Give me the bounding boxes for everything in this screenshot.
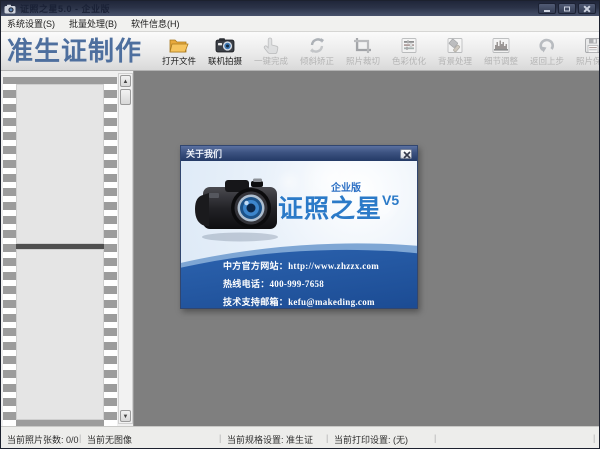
film-frame[interactable]: [16, 84, 104, 244]
status-separator: |: [79, 433, 82, 443]
film-frame[interactable]: [16, 249, 104, 420]
close-icon: [583, 5, 591, 13]
menu-bar: 系统设置(S) 批量处理(B) 软件信息(H): [1, 16, 599, 32]
toolbar-buttons: 打开文件 联机拍摄 一键完成 倾斜矫正 照片裁切 色彩优化 背景处理 细节调整 …: [142, 36, 599, 67]
status-separator: |: [593, 433, 596, 443]
tool-button-label: 一键完成: [254, 55, 289, 66]
save-icon: [585, 37, 599, 53]
color-optimize-icon: [401, 37, 417, 53]
about-dialog: 关于我们 企业版 证照之星 V5 中方官方网站：http://www.zhzzx…: [180, 145, 418, 309]
tool-button-label: 照片裁切: [346, 55, 381, 66]
undo-icon: [539, 38, 555, 52]
scroll-up-icon[interactable]: ▲: [120, 75, 131, 87]
close-button[interactable]: [578, 3, 596, 14]
maximize-icon: [564, 6, 570, 11]
tool-button-label: 打开文件: [162, 55, 197, 66]
menu-batch-process[interactable]: 批量处理(B): [69, 17, 117, 30]
undo-button[interactable]: 返回上步: [524, 36, 570, 67]
contact-info: 中方官方网站：http://www.zhzzx.com 热线电话：400-999…: [223, 257, 379, 308]
scroll-down-icon[interactable]: ▼: [120, 410, 131, 422]
status-separator: |: [219, 433, 222, 443]
tool-button-label: 背景处理: [438, 55, 473, 66]
product-name: 证照之星: [278, 195, 383, 223]
tool-button-label: 联机拍摄: [208, 55, 243, 66]
tilt-correct-icon: [310, 37, 325, 53]
tool-button-label: 照片保存: [576, 55, 599, 66]
one-click-hand-icon: [263, 37, 279, 54]
detail-adjust-button[interactable]: 细节调整: [478, 36, 524, 67]
app-window: 证照之星5.0 - 企业版 系统设置(S) 批量处理(B) 软件信息(H) 准生…: [0, 0, 600, 449]
title-bar: 证照之星5.0 - 企业版: [1, 1, 599, 16]
mode-title: 准生证制作: [7, 35, 143, 66]
dialog-title-bar[interactable]: 关于我们: [181, 146, 417, 161]
dialog-title: 关于我们: [186, 149, 223, 159]
status-separator: |: [326, 433, 329, 443]
one-click-finish-button[interactable]: 一键完成: [248, 36, 294, 67]
tool-button-label: 色彩优化: [392, 55, 427, 66]
open-file-icon: [169, 39, 189, 52]
status-photo-count: 当前照片张数: 0/0: [7, 435, 79, 445]
color-optimize-button[interactable]: 色彩优化: [386, 36, 432, 67]
status-no-image: 当前无图像: [87, 435, 133, 445]
about-banner: 企业版 证照之星 V5 中方官方网站：http://www.zhzzx.com …: [181, 161, 417, 308]
status-separator: |: [434, 433, 437, 443]
contact-hotline: 热线电话：400-999-7658: [223, 279, 325, 289]
product-camera-icon: [195, 178, 278, 242]
filmstrip: [3, 77, 117, 426]
maximize-button[interactable]: [558, 3, 576, 14]
contact-email: 技术支持邮箱：kefu@makeding.com: [223, 297, 375, 307]
contact-website: 中方官方网站：http://www.zhzzx.com: [223, 261, 380, 271]
toolbar: 准生证制作 打开文件 联机拍摄 一键完成 倾斜矫正 照片裁切 色彩优化 背景处理…: [1, 32, 599, 71]
dialog-close-button[interactable]: [400, 148, 412, 159]
window-title: 证照之星5.0 - 企业版: [20, 4, 111, 14]
close-icon: [403, 150, 411, 159]
minimize-button[interactable]: [538, 3, 556, 14]
scrollbar-thumb[interactable]: [120, 89, 131, 105]
menu-system-settings[interactable]: 系统设置(S): [7, 17, 55, 30]
film-rail-left: [3, 77, 16, 426]
tilt-correct-button[interactable]: 倾斜矫正: [294, 36, 340, 67]
background-brush-icon: [447, 37, 463, 53]
minimize-icon: [544, 9, 550, 12]
app-camera-icon: [4, 4, 16, 13]
background-process-button[interactable]: 背景处理: [432, 36, 478, 67]
camera-capture-icon: [215, 37, 235, 52]
open-file-button[interactable]: 打开文件: [156, 36, 202, 67]
tool-button-label: 倾斜矫正: [300, 55, 335, 66]
save-button[interactable]: 照片保存: [570, 36, 599, 67]
menu-software-info[interactable]: 软件信息(H): [131, 17, 180, 30]
camera-capture-button[interactable]: 联机拍摄: [202, 36, 248, 67]
product-version: V5: [382, 192, 400, 208]
status-bar: 当前照片张数: 0/0 | 当前无图像 | 当前规格设置: 准生证 | 当前打印…: [1, 426, 599, 448]
photo-list-scrollbar[interactable]: ▲ ▼: [118, 73, 133, 424]
status-print-setting: 当前打印设置: (无): [334, 435, 408, 445]
detail-histogram-icon: [492, 37, 510, 53]
crop-button[interactable]: 照片裁切: [340, 36, 386, 67]
photo-list-panel: ▲ ▼: [1, 71, 134, 426]
tool-button-label: 细节调整: [484, 55, 519, 66]
status-spec-setting: 当前规格设置: 准生证: [227, 435, 314, 445]
tool-button-label: 返回上步: [530, 55, 565, 66]
crop-icon: [354, 37, 372, 53]
film-rail-right: [104, 77, 117, 426]
